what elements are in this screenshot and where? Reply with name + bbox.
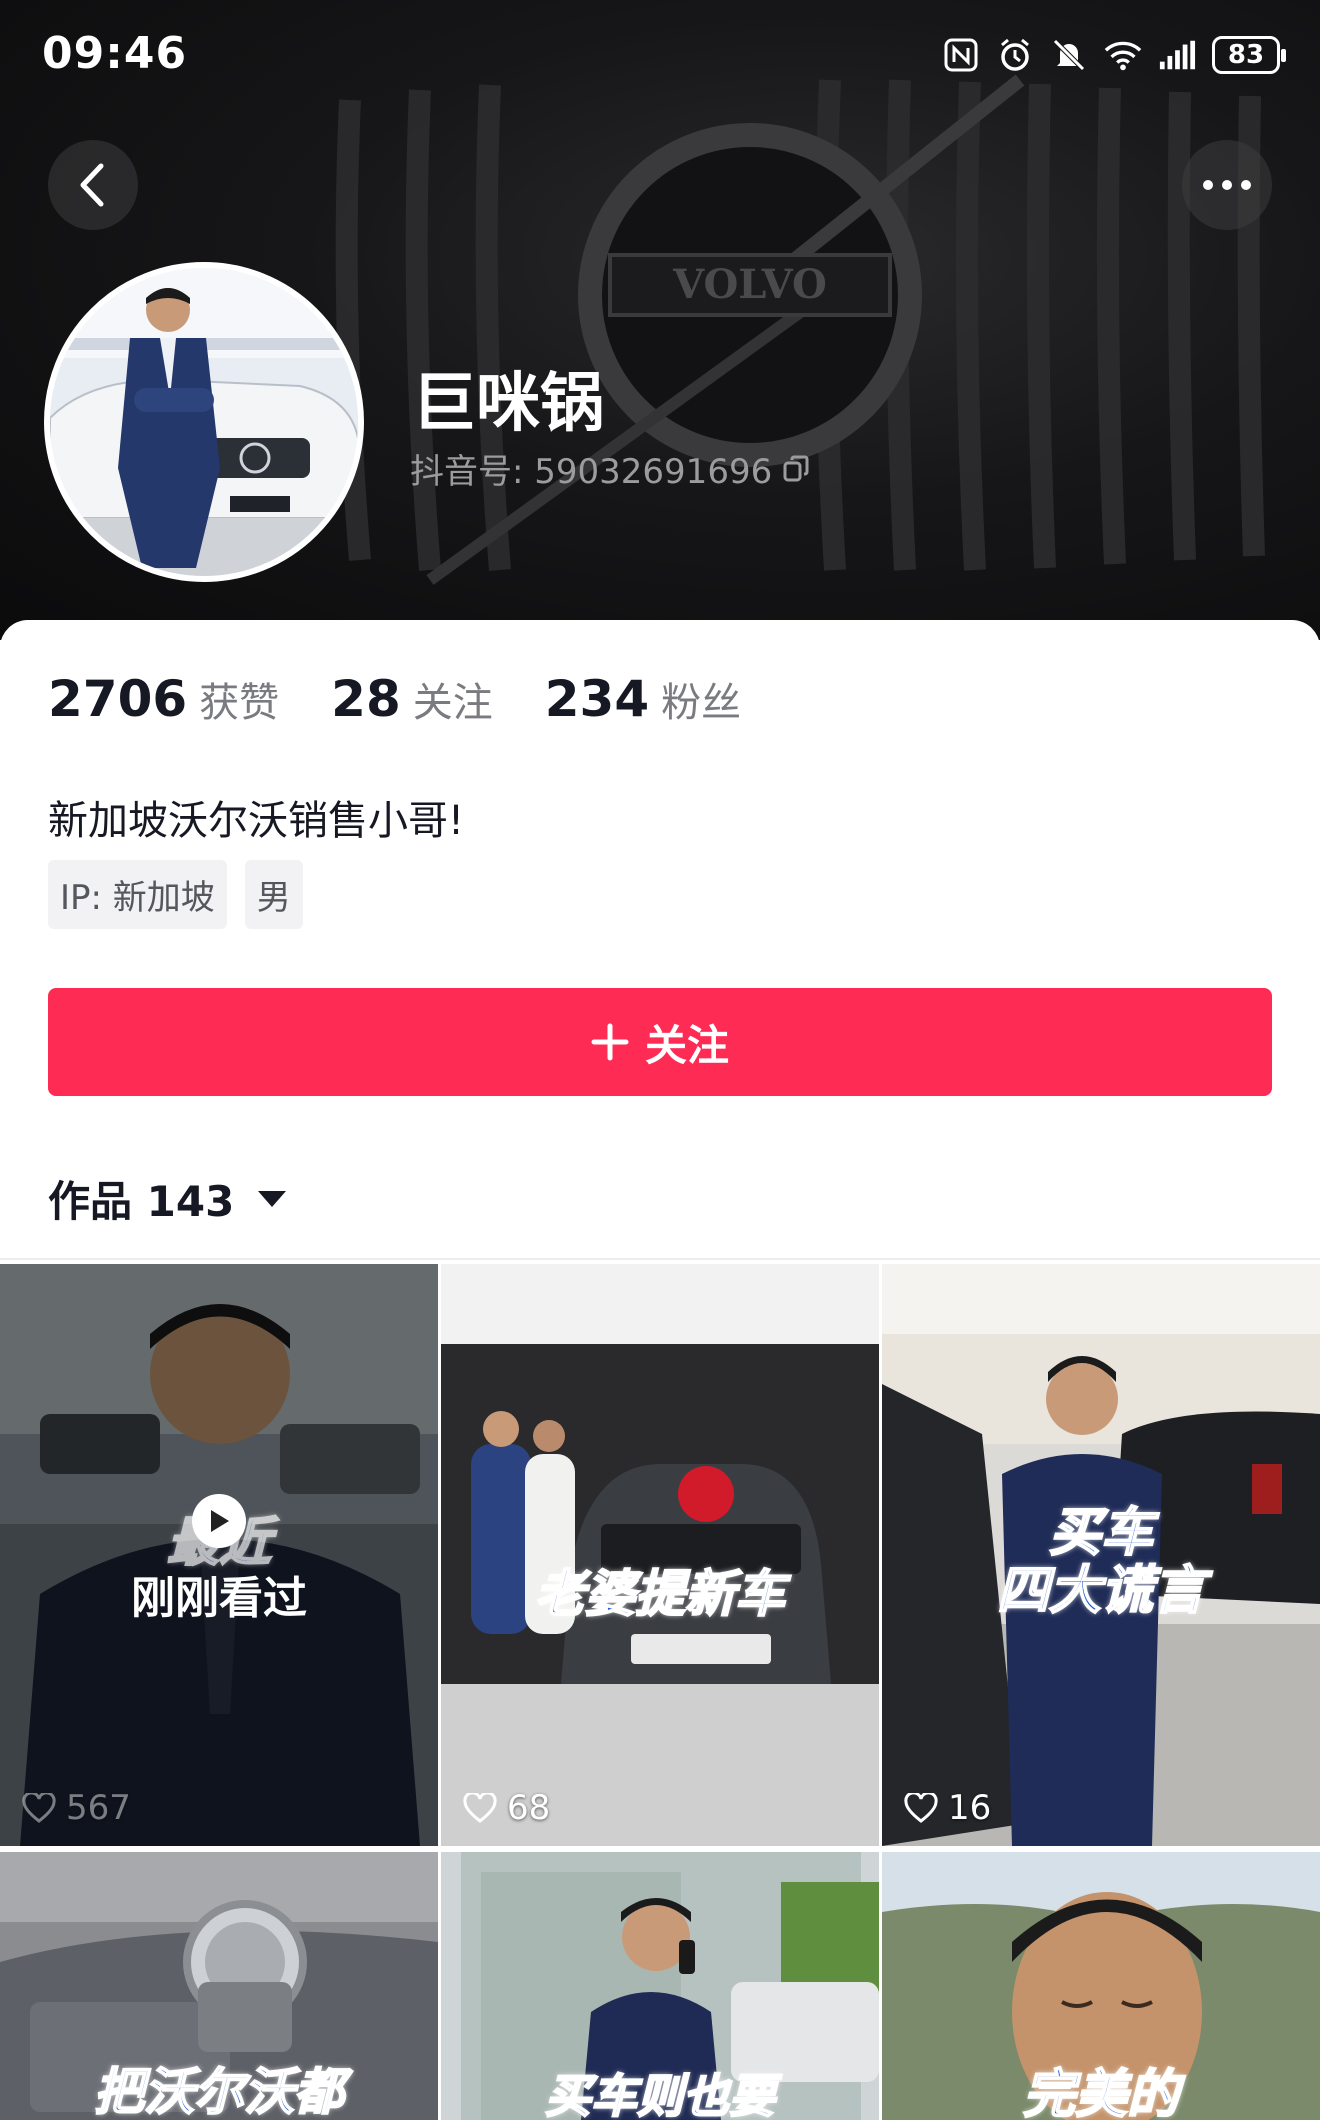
heart-icon [463,1793,497,1823]
video-item[interactable]: 买车则也要 [441,1852,879,2120]
like-count: 68 [463,1788,550,1828]
video-item[interactable]: 最近 刚刚看过 567 [0,1264,438,1846]
svg-text:VOLVO: VOLVO [672,261,827,308]
nfc-icon [942,36,980,74]
video-caption: 把沃尔沃都 [93,2062,345,2120]
plus-icon [591,1023,629,1061]
play-icon [192,1494,246,1548]
like-count-value: 16 [948,1788,992,1828]
video-item[interactable]: 完美的 [882,1852,1320,2120]
nickname: 巨咪锅 [412,367,604,441]
stat-label: 关注 [412,680,493,726]
video-caption: 买车 四大谎言 [996,1503,1206,1621]
like-count: 16 [904,1788,991,1828]
douyin-id[interactable]: 抖音号: 59032691696 [410,444,810,493]
stats-row: 2706 获赞 28 关注 234 粉丝 [48,670,741,728]
video-item[interactable]: 买车 四大谎言 16 [882,1264,1320,1846]
video-caption: 完美的 [1022,2064,1180,2120]
stat-following[interactable]: 28 关注 [331,670,493,728]
stat-label: 粉丝 [661,680,742,726]
mute-icon [1050,36,1088,74]
wifi-icon [1104,36,1142,74]
status-icons: 83 [942,36,1286,74]
more-horizontal-icon [1203,180,1251,190]
battery-level: 83 [1227,40,1265,70]
chevron-down-icon [258,1190,287,1207]
heart-icon [904,1793,938,1823]
stat-number: 28 [331,670,401,728]
tags: IP: 新加坡 男 [48,860,303,929]
avatar[interactable] [44,262,364,582]
stat-followers[interactable]: 234 粉丝 [545,670,741,728]
like-count-value: 68 [507,1788,551,1828]
douyin-id-text: 抖音号: 59032691696 [410,452,773,492]
tag-ip: IP: 新加坡 [48,860,227,929]
like-count: 567 [22,1788,131,1828]
battery-icon: 83 [1212,36,1286,74]
bio: 新加坡沃尔沃销售小哥! [48,798,465,844]
cover-grille-image: VOLVO [335,74,1265,585]
video-caption: 老婆提新车 [534,1564,786,1624]
watched-label: 刚刚看过 [131,1573,307,1624]
avatar-image [50,268,358,576]
stat-number: 2706 [48,670,188,728]
copy-icon[interactable] [782,455,810,483]
heart-icon [22,1793,56,1823]
more-button[interactable] [1182,140,1272,230]
back-button[interactable] [48,140,138,230]
follow-button[interactable]: 关注 [48,988,1272,1096]
stat-label: 获赞 [199,680,280,726]
tag-gender: 男 [244,860,303,929]
works-label: 作品 143 [48,1177,235,1226]
tab-works[interactable]: 作品 143 [48,1168,287,1229]
video-caption: 买车则也要 [544,2068,776,2120]
alarm-icon [996,36,1034,74]
status-time: 09:46 [42,28,188,79]
signal-icon [1158,36,1196,74]
watched-indicator: 刚刚看过 [0,1494,438,1626]
chevron-left-icon [80,163,104,207]
video-item[interactable]: 老婆提新车 68 [441,1264,879,1846]
divider [0,1258,1320,1260]
stat-number: 234 [544,670,650,728]
like-count-value: 567 [66,1788,131,1828]
follow-label: 关注 [644,1020,729,1070]
video-item[interactable]: 把沃尔沃都 [0,1852,438,2120]
status-bar: 09:46 83 [0,0,1320,115]
profile-cover: VOLVO 09:46 83 巨咪锅 抖音号: 59032691696 [0,0,1320,640]
stat-likes[interactable]: 2706 获赞 [48,670,279,728]
